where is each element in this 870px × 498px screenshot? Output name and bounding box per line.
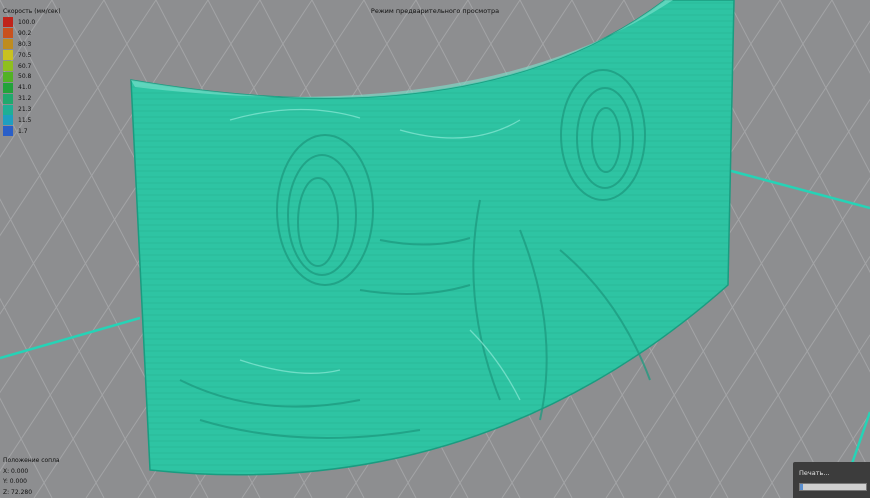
legend-item: 100.0 bbox=[3, 17, 61, 28]
print-status-panel: Печать... bbox=[793, 462, 870, 498]
print-progress-bar bbox=[799, 483, 867, 491]
color-swatch bbox=[3, 61, 13, 71]
print-progress-fill bbox=[800, 484, 804, 490]
speed-legend: Скорость (мм/сек) 100.0 90.2 80.3 70.5 6… bbox=[3, 8, 61, 137]
legend-label: 31.2 bbox=[18, 95, 32, 103]
color-swatch bbox=[3, 50, 13, 61]
legend-label: 100.0 bbox=[18, 18, 36, 26]
legend-item: 80.3 bbox=[3, 39, 61, 50]
color-swatch bbox=[3, 28, 13, 39]
color-swatch bbox=[3, 115, 13, 126]
nozzle-y: Y: 0.000 bbox=[3, 478, 27, 485]
legend-items: 100.0 90.2 80.3 70.5 60.7 50.8 41.0 31.2… bbox=[3, 17, 61, 137]
color-swatch bbox=[3, 71, 13, 82]
legend-label: 1.7 bbox=[18, 127, 28, 135]
nozzle-position: Положение сопла X: 0.000 Y: 0.000 Z: 72.… bbox=[3, 456, 60, 498]
color-swatch bbox=[3, 104, 13, 115]
nozzle-title: Положение сопла bbox=[3, 457, 60, 464]
legend-item: 60.7 bbox=[3, 61, 61, 72]
legend-item: 11.5 bbox=[3, 115, 61, 126]
legend-item: 1.7 bbox=[3, 126, 61, 137]
viewport-title: Режим предварительного просмотра bbox=[370, 7, 500, 15]
legend-label: 70.5 bbox=[18, 51, 32, 59]
legend-item: 50.8 bbox=[3, 71, 61, 82]
legend-item: 31.2 bbox=[3, 93, 61, 104]
legend-label: 80.3 bbox=[18, 40, 32, 48]
legend-title: Скорость (мм/сек) bbox=[3, 8, 61, 15]
color-swatch bbox=[3, 82, 13, 93]
legend-label: 41.0 bbox=[18, 84, 32, 92]
nozzle-z: Z: 72.280 bbox=[3, 488, 33, 496]
legend-label: 60.7 bbox=[18, 62, 32, 70]
legend-label: 50.8 bbox=[18, 73, 32, 81]
color-swatch bbox=[3, 93, 13, 104]
color-swatch bbox=[3, 17, 13, 28]
legend-item: 41.0 bbox=[3, 82, 61, 93]
legend-item: 90.2 bbox=[3, 28, 61, 39]
preview-viewport[interactable] bbox=[0, 0, 870, 498]
legend-item: 70.5 bbox=[3, 50, 61, 61]
color-swatch bbox=[3, 39, 13, 50]
color-swatch bbox=[3, 126, 13, 137]
legend-label: 21.3 bbox=[18, 106, 32, 114]
bed-3d-view[interactable] bbox=[0, 0, 870, 498]
legend-item: 21.3 bbox=[3, 104, 61, 115]
legend-label: 90.2 bbox=[18, 29, 32, 37]
print-status-label: Печать... bbox=[799, 469, 830, 477]
nozzle-x: X: 0.000 bbox=[3, 467, 29, 475]
legend-label: 11.5 bbox=[18, 116, 32, 124]
